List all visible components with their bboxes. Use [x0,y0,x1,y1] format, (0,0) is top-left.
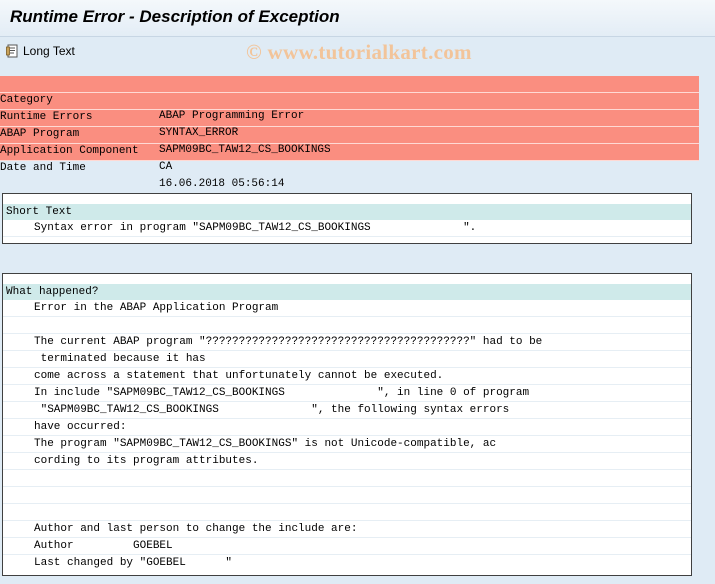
text-line [3,470,691,487]
long-text-button[interactable]: Long Text [6,41,75,61]
section-header: What happened? [3,284,691,300]
text-line: Author GOEBEL [3,538,691,555]
error-info-row: Application Component CA [0,127,699,173]
error-info-value: 16.06.2018 05:56:14 [159,178,285,190]
window-title: Runtime Error - Description of Exception [10,7,340,26]
text-line: In include "SAPM09BC_TAW12_CS_BOOKINGS "… [3,385,691,402]
text-line: come across a statement that unfortunate… [3,368,691,385]
text-line: Error in the ABAP Application Program [3,300,691,317]
error-info-table: Category ABAP Programming Error Runtime … [0,76,699,190]
text-line: Author and last person to change the inc… [3,521,691,538]
error-info-row: Category ABAP Programming Error [0,76,699,122]
section-header: Short Text [3,204,691,220]
text-line: The current ABAP program "??????????????… [3,334,691,351]
text-line [3,487,691,504]
text-line: Last changed by "GOEBEL " [34,557,233,569]
error-info-key: Date and Time [0,162,86,174]
text-line [3,317,691,334]
short-text-section: Short Text Syntax error in program "SAPM… [2,193,692,244]
what-happened-section: What happened? Error in the ABAP Applica… [2,273,692,576]
long-text-label: Long Text [23,44,75,58]
title-bar: Runtime Error - Description of Exception [0,0,715,37]
text-line: terminated because it has [3,351,691,368]
error-info-value: CA [159,161,173,173]
text-line: cording to its program attributes. [3,453,691,470]
document-icon [6,44,20,58]
watermark: © www.tutorialkart.com [246,40,472,64]
error-info-row: ABAP Program SAPM09BC_TAW12_CS_BOOKINGS [0,110,699,156]
error-info-row: Runtime Errors SYNTAX_ERROR [0,93,699,139]
text-line: The program "SAPM09BC_TAW12_CS_BOOKINGS"… [3,436,691,453]
text-line: have occurred: [3,419,691,436]
text-line [3,504,691,521]
text-line: "SAPM09BC_TAW12_CS_BOOKINGS ", the follo… [3,402,691,419]
error-info-row: Date and Time 16.06.2018 05:56:14 [0,144,699,190]
text-line: Syntax error in program "SAPM09BC_TAW12_… [3,220,691,237]
